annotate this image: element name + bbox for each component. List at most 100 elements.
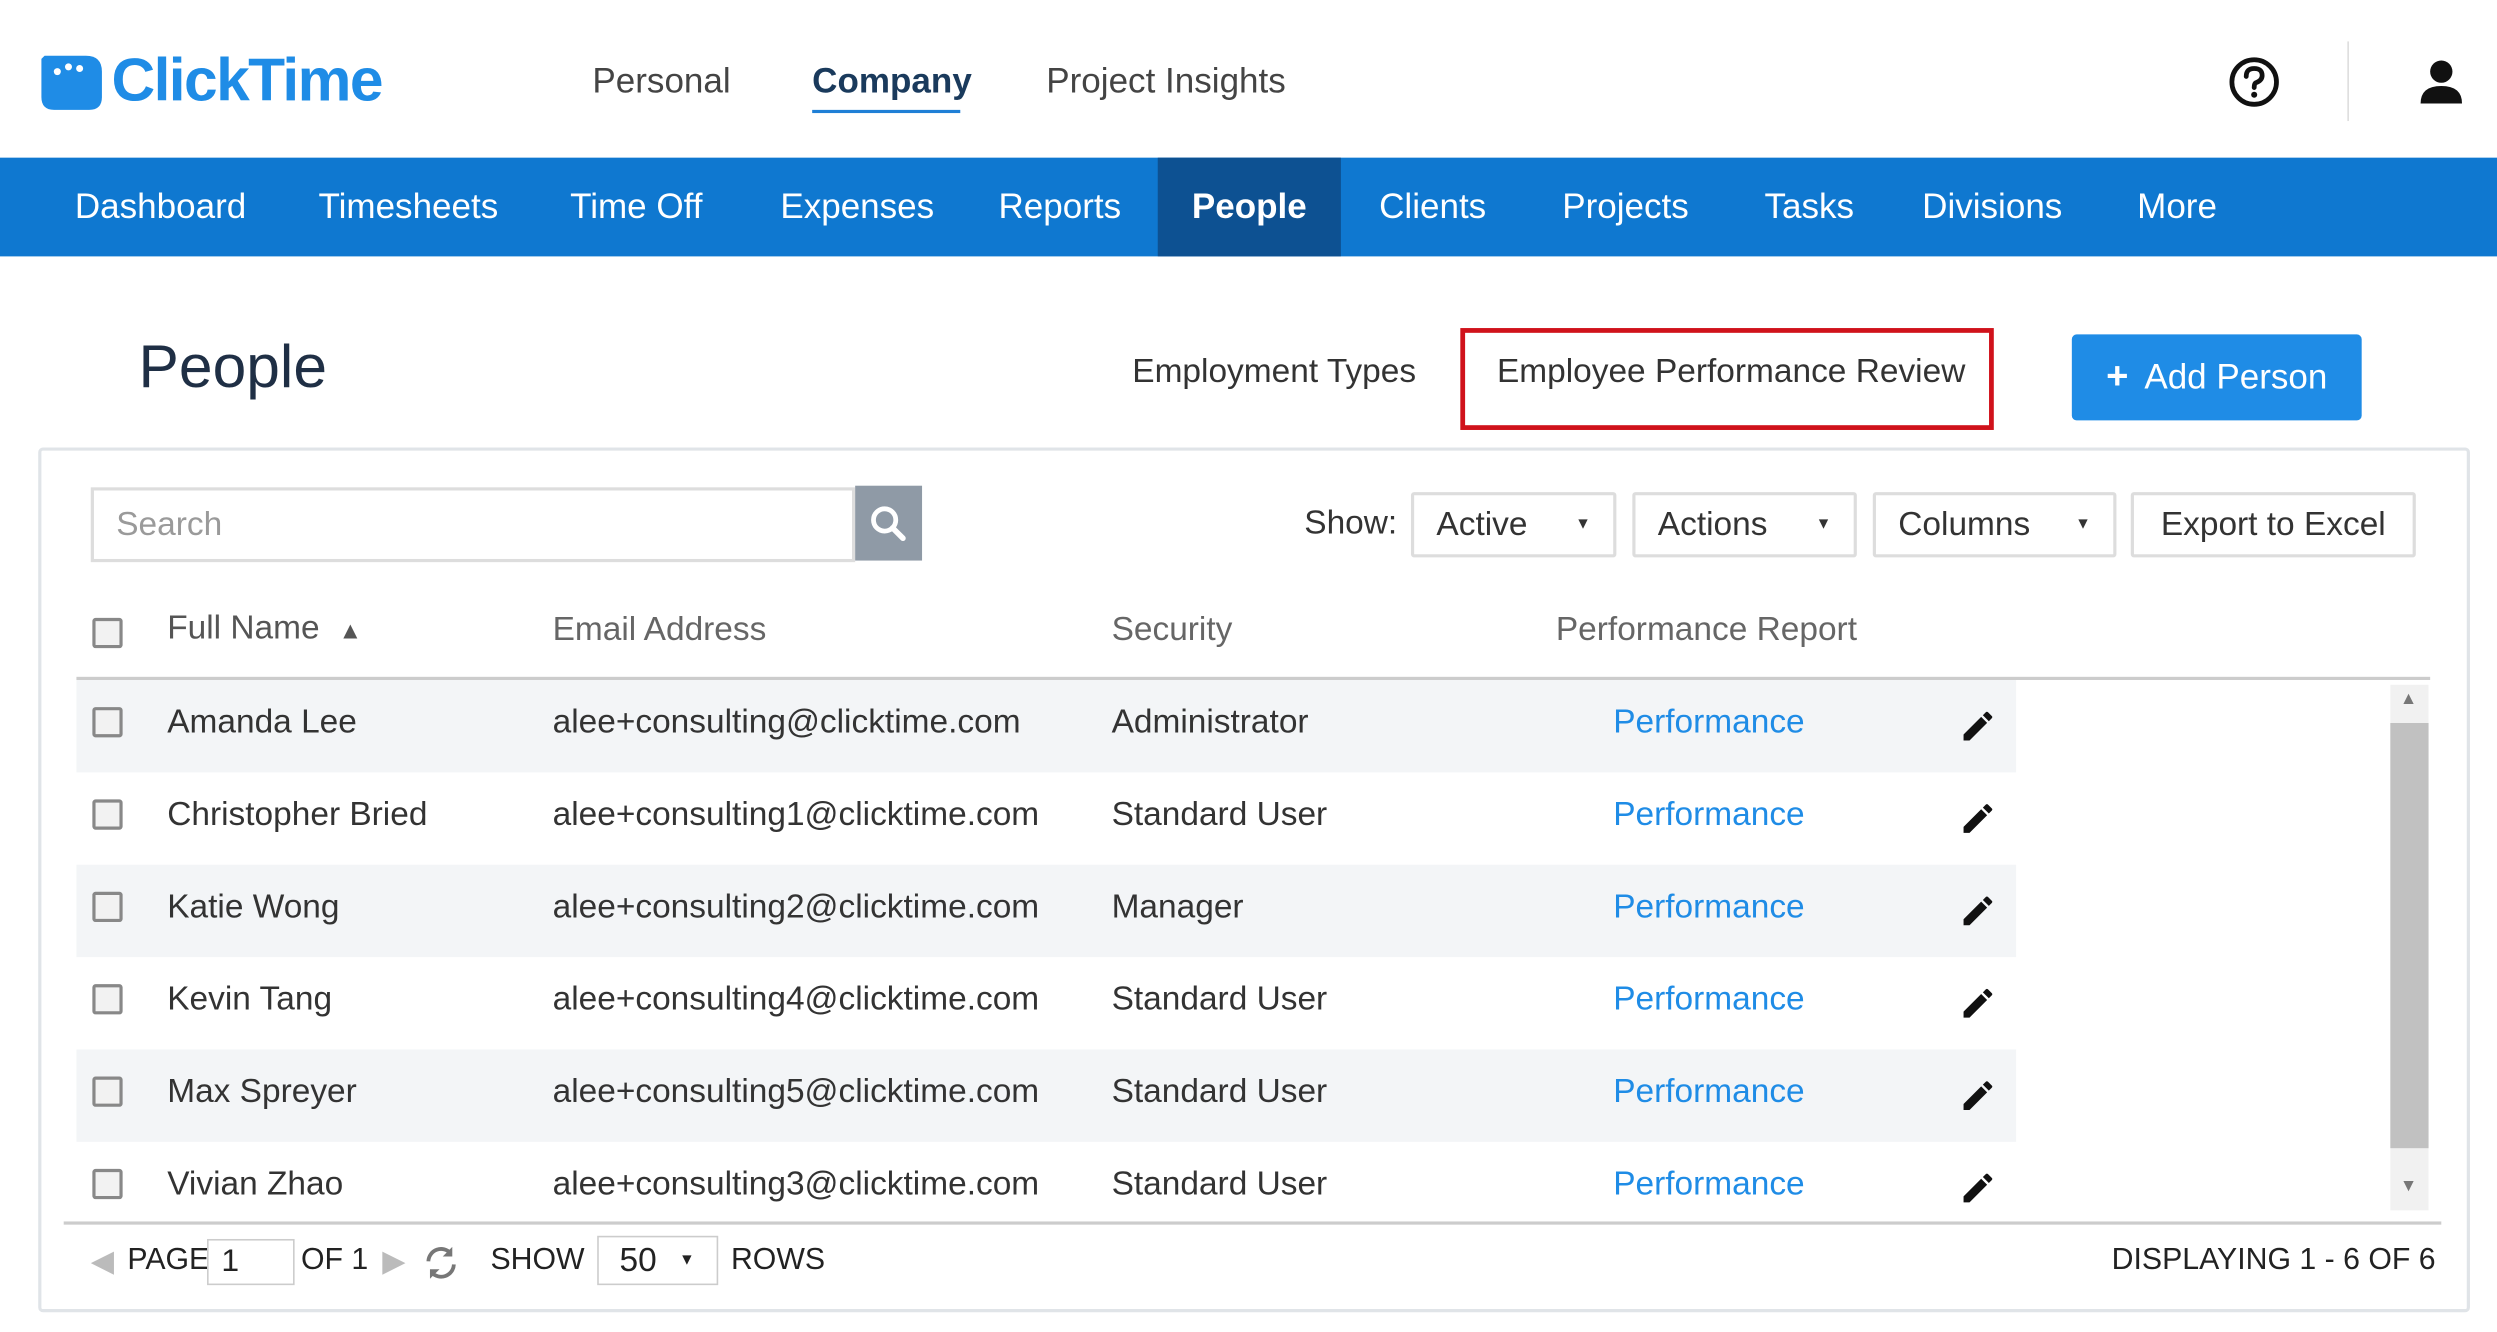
nav-people[interactable]: People [1157, 157, 1341, 257]
col-header-full-name[interactable]: Full Name ▲ [167, 610, 362, 648]
scroll-up-icon[interactable]: ▲ [2400, 690, 2417, 709]
nav-reports[interactable]: Reports [998, 158, 1121, 257]
page-title: People [138, 334, 327, 402]
col-header-security[interactable]: Security [1112, 612, 1233, 650]
show-filter-value: Active [1436, 505, 1528, 543]
header-divider [2347, 41, 2349, 122]
caret-down-icon: ▼ [678, 1251, 695, 1270]
rows-label: ROWS [730, 1243, 826, 1278]
nav-timesheets[interactable]: Timesheets [319, 158, 499, 257]
nav-time-off[interactable]: Time Off [570, 158, 702, 257]
performance-link[interactable]: Performance [1613, 1073, 1804, 1111]
cell-email: alee+consulting2@clicktime.com [552, 888, 1040, 926]
cell-email: alee+consulting3@clicktime.com [552, 1165, 1040, 1203]
select-all-checkbox[interactable] [92, 617, 123, 649]
page-of-label: OF 1 [300, 1243, 369, 1278]
nav-dashboard[interactable]: Dashboard [75, 158, 246, 257]
clicktime-logo[interactable]: ClickTime [38, 47, 384, 115]
edit-pencil-icon[interactable] [1959, 707, 1997, 745]
cell-security: Standard User [1111, 1165, 1328, 1203]
cell-full-name[interactable]: Amanda Lee [167, 704, 357, 742]
scrollbar-thumb[interactable] [2390, 722, 2429, 1149]
edit-pencil-icon[interactable] [1959, 984, 1997, 1022]
search-icon [871, 505, 906, 541]
rows-per-page-dropdown[interactable]: 50 ▼ [597, 1235, 719, 1286]
cell-email: alee+consulting1@clicktime.com [552, 796, 1040, 833]
show-filter-dropdown[interactable]: Active ▼ [1410, 492, 1617, 558]
top-nav-company[interactable]: Company [812, 61, 972, 102]
row-checkbox[interactable] [92, 707, 123, 738]
page-number-input[interactable] [207, 1238, 295, 1286]
show-rows-label: SHOW [490, 1243, 585, 1278]
table-row: Christopher Bried alee+consulting1@click… [76, 772, 2016, 864]
nav-clients[interactable]: Clients [1379, 158, 1486, 257]
search-button[interactable] [855, 485, 923, 561]
nav-projects[interactable]: Projects [1562, 158, 1689, 257]
employee-performance-review-link[interactable]: Employee Performance Review [1497, 354, 1965, 392]
performance-link[interactable]: Performance [1613, 1166, 1804, 1204]
caret-down-icon: ▼ [1815, 515, 1832, 534]
performance-link[interactable]: Performance [1613, 981, 1804, 1019]
performance-link[interactable]: Performance [1613, 796, 1804, 834]
col-header-email[interactable]: Email Address [553, 612, 767, 650]
show-label: Show: [1304, 504, 1398, 542]
cell-full-name[interactable]: Vivian Zhao [167, 1166, 343, 1204]
edit-pencil-icon[interactable] [1959, 892, 1997, 930]
plus-icon: + [2106, 355, 2129, 399]
caret-down-icon: ▼ [2075, 515, 2091, 534]
performance-link[interactable]: Performance [1613, 889, 1804, 927]
cell-email: alee+consulting5@clicktime.com [552, 1073, 1040, 1110]
scroll-down-icon[interactable]: ▼ [2400, 1177, 2417, 1196]
row-checkbox[interactable] [92, 1168, 123, 1200]
top-nav-project-insights[interactable]: Project Insights [1046, 61, 1286, 102]
export-label: Export to Excel [2160, 505, 2386, 543]
displaying-count: DISPLAYING 1 - 6 OF 6 [2111, 1243, 2436, 1278]
performance-link[interactable]: Performance [1613, 704, 1804, 742]
top-nav-personal[interactable]: Personal [592, 61, 730, 102]
row-checkbox[interactable] [92, 799, 123, 830]
employment-types-link[interactable]: Employment Types [1132, 354, 1416, 392]
columns-dropdown[interactable]: Columns ▼ [1872, 492, 2117, 558]
search-input[interactable] [90, 487, 856, 563]
edit-pencil-icon[interactable] [1959, 1169, 1997, 1207]
actions-label: Actions [1657, 505, 1768, 543]
export-to-excel-button[interactable]: Export to Excel [2130, 492, 2416, 558]
cell-security: Standard User [1111, 1073, 1328, 1110]
nav-expenses[interactable]: Expenses [780, 158, 934, 257]
cell-security: Standard User [1111, 980, 1328, 1018]
app-root: ClickTime Personal Company Project Insig… [0, 0, 2497, 1331]
next-page-icon[interactable]: ▶ [382, 1244, 405, 1281]
cell-full-name[interactable]: Christopher Bried [167, 796, 427, 834]
table-row: Kevin Tang alee+consulting4@clicktime.co… [76, 957, 2016, 1049]
help-icon[interactable] [2228, 56, 2281, 109]
cell-full-name[interactable]: Max Spreyer [167, 1073, 357, 1111]
cell-security: Manager [1111, 888, 1244, 926]
edit-pencil-icon[interactable] [1959, 799, 1997, 837]
main-nav: Dashboard Timesheets Time Off Expenses R… [0, 157, 2497, 257]
cell-email: alee+consulting@clicktime.com [552, 703, 1021, 741]
sort-asc-icon: ▲ [338, 617, 363, 645]
cell-full-name[interactable]: Katie Wong [167, 889, 339, 927]
cell-security: Administrator [1111, 703, 1309, 741]
col-header-performance-report[interactable]: Performance Report [1556, 612, 1857, 650]
cell-security: Standard User [1111, 796, 1328, 833]
actions-dropdown[interactable]: Actions ▼ [1632, 492, 1857, 558]
page-label: PAGE [127, 1243, 210, 1278]
cell-full-name[interactable]: Kevin Tang [167, 981, 332, 1019]
row-checkbox[interactable] [92, 984, 123, 1015]
nav-tasks[interactable]: Tasks [1764, 158, 1854, 257]
row-checkbox[interactable] [92, 1076, 123, 1107]
full-name-header-label: Full Name [167, 609, 320, 647]
prev-page-icon[interactable]: ◀ [91, 1244, 114, 1281]
rows-per-page-value: 50 [619, 1241, 657, 1278]
table-row: Amanda Lee alee+consulting@clicktime.com… [76, 679, 2017, 773]
refresh-icon[interactable] [422, 1244, 460, 1282]
nav-divisions[interactable]: Divisions [1922, 158, 2062, 257]
table-row: Katie Wong alee+consulting2@clicktime.co… [76, 864, 2017, 958]
add-person-button[interactable]: + Add Person [2071, 334, 2362, 421]
nav-more[interactable]: More [2137, 158, 2217, 257]
add-person-label: Add Person [2144, 356, 2328, 397]
row-checkbox[interactable] [92, 891, 123, 923]
edit-pencil-icon[interactable] [1959, 1077, 1997, 1115]
user-icon[interactable] [2417, 57, 2465, 105]
